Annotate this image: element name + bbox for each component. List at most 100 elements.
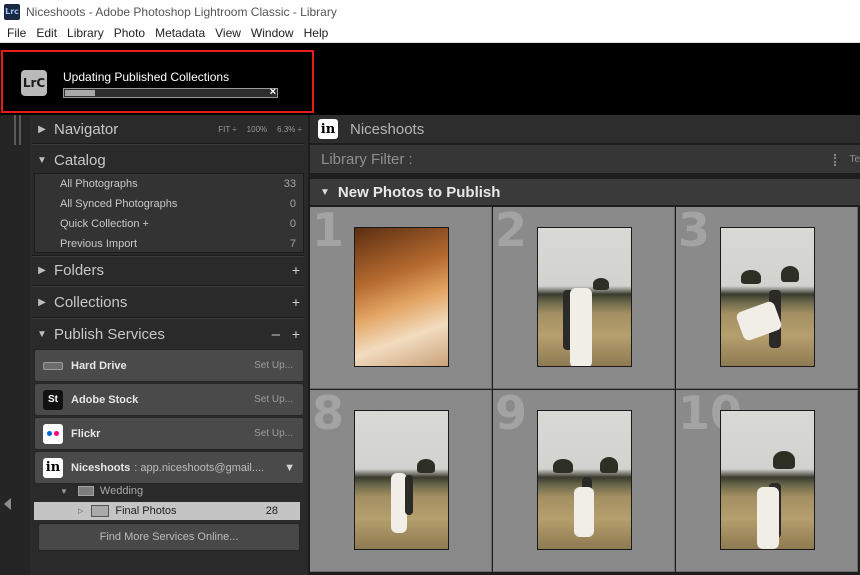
service-title: Niceshoots [350, 120, 425, 138]
menu-photo[interactable]: Photo [109, 26, 150, 40]
triangle-down-icon: ▼ [37, 154, 47, 166]
chevron-down-icon[interactable]: ▼ [284, 462, 295, 474]
zoom-100[interactable]: 100% [247, 125, 267, 134]
plus-icon[interactable]: + [292, 294, 300, 310]
collection-header[interactable]: ▼ New Photos to Publish [310, 179, 860, 205]
catalog-item-count: 7 [289, 238, 296, 250]
triangle-right-icon: ▶ [38, 123, 46, 135]
grid-cell[interactable]: 3 [676, 207, 858, 389]
menu-metadata[interactable]: Metadata [150, 26, 210, 40]
service-name: Niceshoots [71, 461, 131, 474]
collapse-left-panel-icon[interactable] [4, 498, 11, 510]
catalog-item-label: All Synced Photographs [60, 198, 178, 210]
catalog-item-all-synced[interactable]: All Synced Photographs 0 [35, 194, 303, 214]
collection-title: New Photos to Publish [337, 183, 501, 201]
niceshoots-icon: in [43, 457, 63, 478]
plus-icon[interactable]: + [292, 326, 300, 342]
catalog-item-label: All Photographs [60, 178, 138, 190]
folders-header[interactable]: ▶ Folders + [30, 256, 308, 284]
collection-label: Final Photos [115, 505, 177, 517]
setup-link[interactable]: Set Up... [254, 428, 293, 439]
menu-file[interactable]: File [0, 26, 31, 40]
grid-cell[interactable]: 8 [310, 390, 492, 572]
highlight-box [1, 50, 314, 113]
plus-icon[interactable]: + [292, 262, 300, 278]
collection-set-label: Wedding [99, 485, 144, 497]
zoom-fit[interactable]: FIT ÷ [218, 125, 236, 134]
publish-services-label: Publish Services [54, 325, 165, 343]
photo-thumbnail[interactable] [720, 410, 815, 550]
publish-service-niceshoots[interactable]: in Niceshoots : app.niceshoots@gmail....… [34, 451, 304, 484]
service-header: in Niceshoots [310, 115, 860, 143]
photo-thumbnail[interactable] [537, 227, 632, 367]
catalog-header[interactable]: ▼ Catalog [30, 146, 308, 174]
setup-link[interactable]: Set Up... [254, 360, 293, 371]
main-area: in Niceshoots Library Filter : Te ▼ New … [308, 115, 860, 575]
collection-final-photos[interactable]: ▷ Final Photos 28 [34, 502, 300, 520]
collection-set-wedding[interactable]: ▼ Wedding [34, 481, 304, 501]
service-name: Hard Drive [71, 359, 127, 372]
cell-index: 3 [678, 203, 711, 257]
cell-index: 1 [312, 203, 345, 257]
catalog-item-count: 0 [289, 218, 296, 230]
triangle-right-icon: ▶ [38, 296, 46, 308]
title-bar: Lrc Niceshoots - Adobe Photoshop Lightro… [0, 0, 860, 23]
navigator-header[interactable]: ▶ Navigator FIT ÷ 100% 6.3% ÷ [30, 115, 308, 143]
setup-link[interactable]: Set Up... [254, 394, 293, 405]
triangle-right-icon: ▶ [38, 264, 46, 276]
lightroom-app-icon: Lrc [4, 3, 20, 20]
triangle-down-icon: ▼ [60, 486, 68, 496]
activity-bar: LrC Updating Published Collections × [0, 43, 860, 115]
left-panel: ▶ Navigator FIT ÷ 100% 6.3% ÷ ▼ Catalog … [30, 115, 308, 575]
photo-thumbnail[interactable] [720, 227, 815, 367]
catalog-item-label: Previous Import [60, 238, 138, 250]
menu-view[interactable]: View [210, 26, 246, 40]
menu-edit[interactable]: Edit [31, 26, 62, 40]
cell-index: 9 [495, 386, 528, 440]
grid-cell[interactable]: 1 [310, 207, 492, 389]
triangle-down-icon: ▼ [37, 328, 47, 340]
menu-library[interactable]: Library [62, 26, 109, 40]
grid-cell[interactable]: 2 [493, 207, 675, 389]
catalog-label: Catalog [54, 151, 106, 169]
catalog-list: All Photographs 33 All Synced Photograph… [34, 173, 304, 253]
menu-window[interactable]: Window [246, 26, 299, 40]
catalog-item-count: 33 [283, 178, 296, 190]
grid-cell[interactable]: 10 [676, 390, 858, 572]
minus-icon[interactable]: – [272, 326, 280, 343]
photo-thumbnail[interactable] [537, 410, 632, 550]
adobe-stock-icon: St [43, 389, 63, 410]
divider [32, 285, 304, 287]
publish-services-header[interactable]: ▼ Publish Services – + [30, 320, 308, 348]
filter-text-tab[interactable]: Te [849, 154, 860, 165]
cell-index: 8 [312, 386, 345, 440]
service-name: Flickr [71, 427, 101, 440]
photo-thumbnail[interactable] [354, 227, 449, 367]
service-account: : app.niceshoots@gmail.... [134, 461, 265, 474]
collection-count: 28 [265, 505, 278, 517]
photo-thumbnail[interactable] [354, 410, 449, 550]
publish-service-adobe-stock[interactable]: St Adobe Stock Set Up... [34, 383, 304, 416]
catalog-item-all-photographs[interactable]: All Photographs 33 [35, 174, 303, 194]
publish-service-flickr[interactable]: Flickr Set Up... [34, 417, 304, 450]
filter-grip [834, 154, 836, 166]
catalog-item-quick-collection[interactable]: Quick Collection + 0 [35, 214, 303, 234]
photo-grid: 1 2 3 8 9 10 [310, 207, 860, 575]
menu-help[interactable]: Help [299, 26, 334, 40]
collections-header[interactable]: ▶ Collections + [30, 288, 308, 316]
service-name: Adobe Stock [71, 393, 139, 406]
divider [32, 317, 304, 319]
flickr-icon [43, 423, 63, 444]
library-filter-label: Library Filter : [321, 150, 413, 168]
find-more-services-button[interactable]: Find More Services Online... [38, 523, 300, 551]
grid-cell[interactable]: 9 [493, 390, 675, 572]
navigator-label: Navigator [54, 120, 119, 138]
triangle-right-icon: ▷ [78, 508, 84, 515]
folders-label: Folders [54, 261, 105, 279]
catalog-item-previous-import[interactable]: Previous Import 7 [35, 234, 303, 254]
panel-grip-2 [19, 115, 21, 145]
collection-stack-icon [91, 505, 110, 517]
zoom-custom[interactable]: 6.3% ÷ [277, 125, 302, 134]
publish-service-hard-drive[interactable]: Hard Drive Set Up... [34, 349, 304, 382]
library-filter-bar[interactable]: Library Filter : Te [310, 145, 860, 173]
